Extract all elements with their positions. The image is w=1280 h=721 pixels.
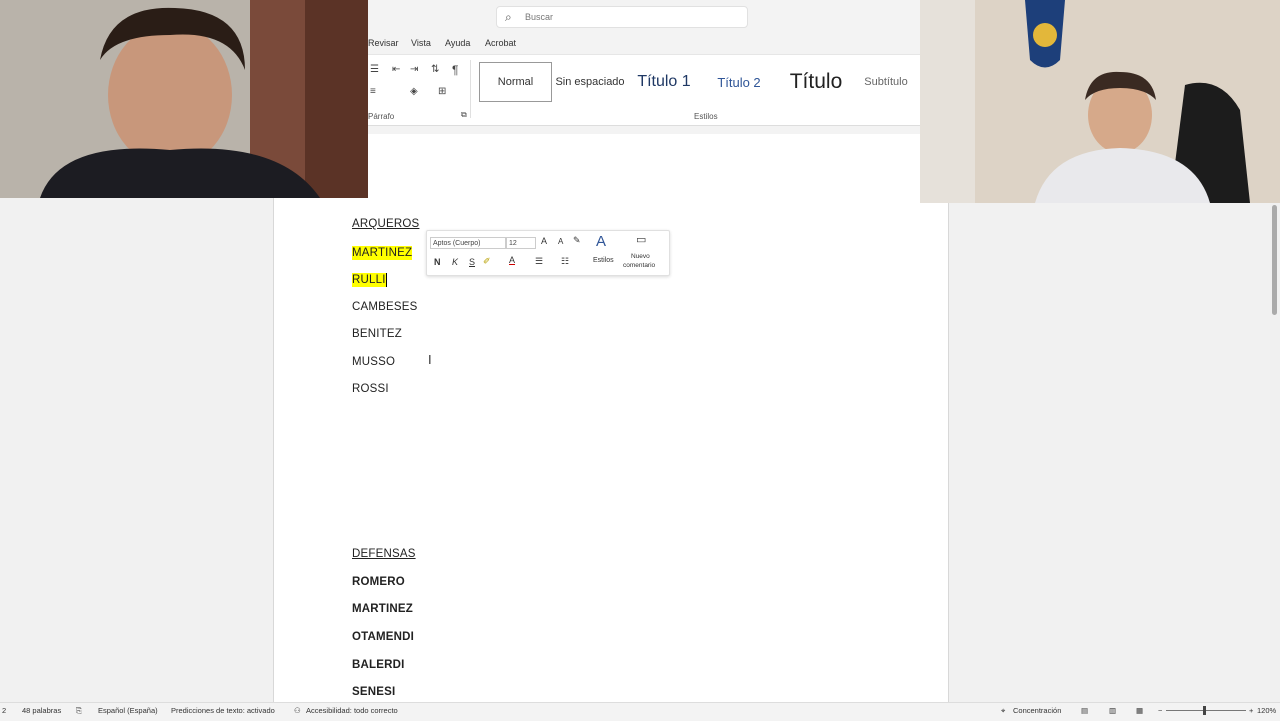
focus-icon[interactable]: ⌖ — [1001, 706, 1005, 716]
proofing-icon[interactable]: ⎘ — [76, 706, 82, 716]
list-item: ROMERO — [352, 576, 405, 588]
tab-acrobat[interactable]: Acrobat — [485, 38, 516, 48]
font-size-select[interactable]: 12 — [506, 237, 536, 249]
zoom-slider-thumb[interactable] — [1203, 706, 1206, 715]
zoom-out-icon[interactable]: − — [1158, 706, 1162, 715]
list-item: ROSSI — [352, 383, 389, 395]
decrease-indent-icon[interactable]: ⇤ — [392, 64, 400, 75]
highlight-icon[interactable]: ✐ — [483, 256, 491, 267]
paragraph-launcher-icon[interactable]: ⧉ — [461, 110, 467, 120]
heading-arqueros: ARQUEROS — [352, 218, 420, 230]
webcam-left — [0, 0, 368, 198]
shrink-font-icon[interactable]: A — [558, 237, 563, 246]
webcam-right-image — [920, 0, 1280, 203]
zoom-in-icon[interactable]: + — [1249, 706, 1253, 715]
font-family-value: Aptos (Cuerpo) — [433, 240, 481, 247]
web-layout-icon[interactable]: ▦ — [1136, 706, 1143, 715]
ribbon-divider — [470, 60, 471, 118]
list-item: MARTINEZ — [352, 246, 413, 260]
font-family-select[interactable]: Aptos (Cuerpo) — [430, 237, 506, 249]
tab-ayuda[interactable]: Ayuda — [445, 38, 470, 48]
list-item: CAMBESES — [352, 301, 418, 313]
read-mode-icon[interactable]: ▤ — [1081, 706, 1088, 715]
status-zoom[interactable]: 120% — [1257, 706, 1276, 715]
style-heading-2[interactable]: Título 2 — [705, 62, 773, 102]
comment-icon[interactable]: ▭ — [636, 233, 646, 246]
scrollbar-thumb[interactable] — [1272, 205, 1277, 315]
search-box[interactable]: ⌕ Buscar — [496, 6, 748, 28]
new-comment-label-1[interactable]: Nuevo — [631, 253, 650, 260]
sort-icon[interactable]: ⇅ — [431, 64, 439, 75]
style-heading-1[interactable]: Título 1 — [630, 62, 698, 102]
webcam-right — [920, 0, 1280, 203]
bullets-icon[interactable]: ☰ — [535, 256, 543, 267]
font-color-icon[interactable]: A — [509, 255, 515, 265]
search-placeholder: Buscar — [525, 12, 554, 22]
style-subtitle[interactable]: Subtítulo — [855, 62, 917, 102]
list-item: BENITEZ — [352, 328, 402, 340]
font-size-value: 12 — [509, 240, 517, 247]
new-comment-label-2[interactable]: comentario — [623, 262, 655, 269]
status-predictions[interactable]: Predicciones de texto: activado — [171, 706, 275, 715]
list-item: RULLI — [352, 273, 387, 287]
increase-indent-icon[interactable]: ⇥ — [410, 64, 418, 75]
webcam-left-image — [0, 0, 368, 198]
styles-icon[interactable]: A — [596, 233, 606, 250]
status-words[interactable]: 48 palabras — [22, 706, 61, 715]
list-item: MUSSO — [352, 356, 396, 368]
styles-label[interactable]: Estilos — [593, 257, 614, 264]
list-item: MARTINEZ — [352, 603, 414, 615]
tab-revisar[interactable]: Revisar — [368, 38, 399, 48]
bold-button[interactable]: N — [434, 257, 441, 267]
underline-button[interactable]: S — [469, 257, 475, 267]
bullets-icon[interactable]: ☰ — [370, 64, 379, 75]
style-no-spacing[interactable]: Sin espaciado — [555, 62, 625, 102]
status-language[interactable]: Español (España) — [98, 706, 158, 715]
heading-defensas: DEFENSAS — [352, 548, 416, 560]
search-icon: ⌕ — [505, 10, 512, 24]
mini-toolbar: Aptos (Cuerpo) 12 A A ✎ N K S ✐ A ☰ ☷ A … — [426, 230, 670, 276]
paragraph-group-label: Párrafo — [368, 112, 395, 121]
styles-group-label: Estilos — [694, 112, 718, 121]
borders-icon[interactable]: ⊞ — [438, 86, 446, 97]
line-spacing-icon[interactable]: ≡ — [370, 86, 376, 97]
accessibility-icon[interactable]: ⚇ — [294, 706, 301, 715]
list-item: SENESI — [352, 686, 396, 698]
list-item: OTAMENDI — [352, 631, 415, 643]
pilcrow-icon[interactable]: ¶ — [452, 63, 458, 77]
status-focus[interactable]: Concentración — [1013, 706, 1061, 715]
tab-vista[interactable]: Vista — [411, 38, 431, 48]
italic-button[interactable]: K — [452, 257, 458, 267]
shading-icon[interactable]: ◈ — [410, 86, 418, 97]
style-normal[interactable]: Normal — [479, 62, 552, 102]
list-item: BALERDI — [352, 659, 405, 671]
format-painter-icon[interactable]: ✎ — [573, 235, 581, 246]
zoom-slider[interactable] — [1166, 710, 1246, 711]
status-accessibility[interactable]: Accesibilidad: todo correcto — [306, 706, 398, 715]
numbering-icon[interactable]: ☷ — [561, 256, 569, 267]
status-page[interactable]: 2 — [2, 706, 6, 715]
grow-font-icon[interactable]: A — [541, 236, 547, 246]
style-title[interactable]: Título — [780, 62, 852, 102]
print-layout-icon[interactable]: ▥ — [1109, 706, 1116, 715]
text-cursor-icon: I — [428, 352, 432, 367]
